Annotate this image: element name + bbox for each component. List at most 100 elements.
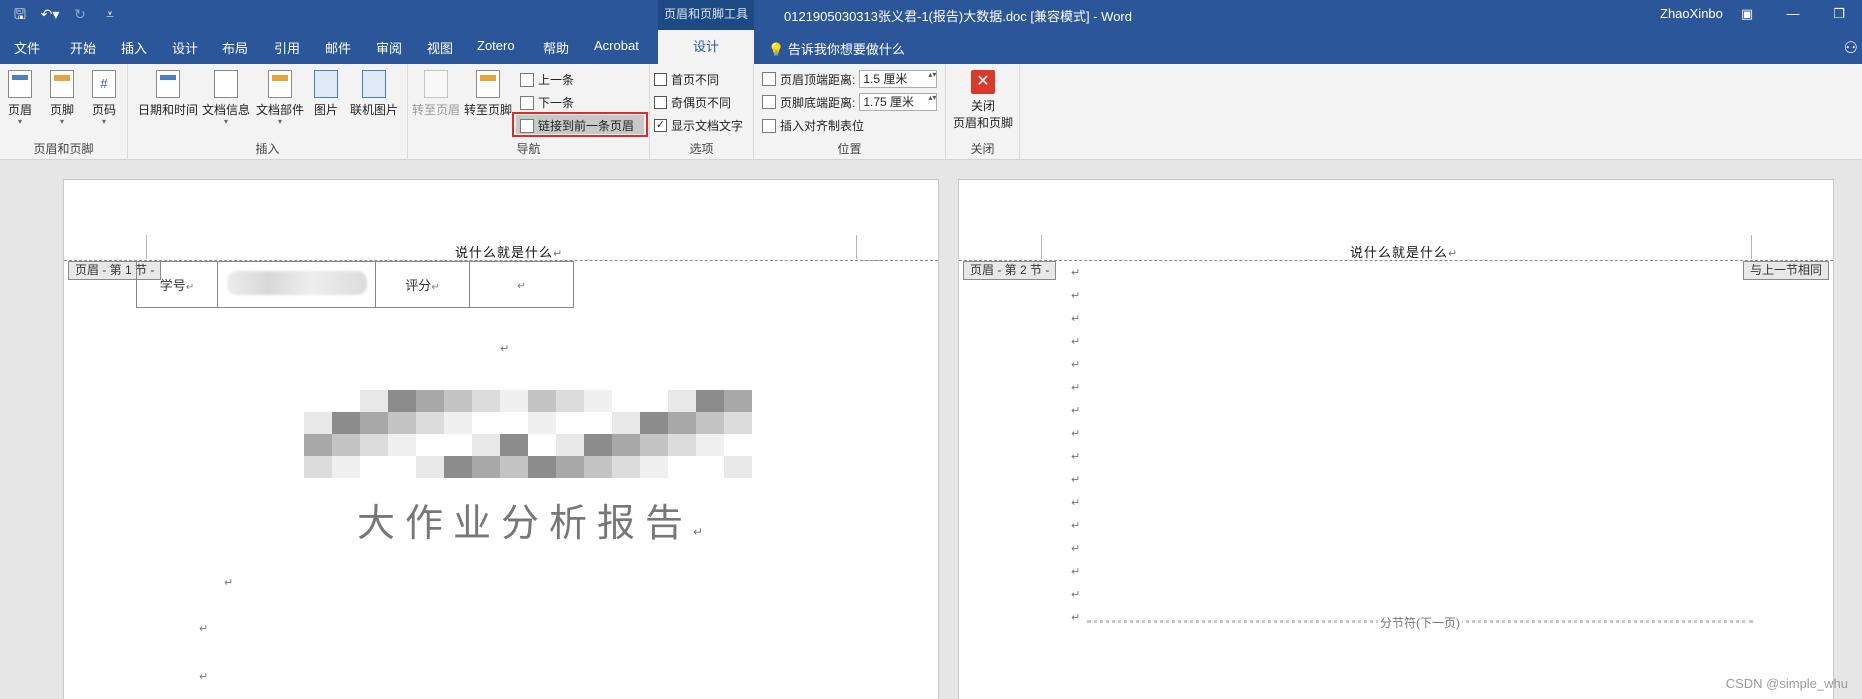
page-2[interactable]: 说什么就是什么↵ 页眉 - 第 2 节 - 与上一节相同 ↵ ↵ ↵ ↵ ↵ ↵… (958, 179, 1834, 699)
info-table: 学号↵ 评分↵ ↵ (136, 261, 574, 308)
mosaic-cell (584, 434, 612, 456)
mosaic-cell (360, 434, 388, 456)
table-cell-student-id-label[interactable]: 学号↵ (136, 261, 218, 308)
report-title[interactable]: 大作业分析报告↵ (357, 492, 703, 547)
group-label-navigation: 导航 (516, 142, 541, 156)
tab-mailings[interactable]: 邮件 (325, 38, 351, 57)
table-row: 学号↵ 评分↵ ↵ (136, 261, 574, 308)
tab-references[interactable]: 引用 (274, 38, 300, 57)
tab-acrobat[interactable]: Acrobat (594, 38, 639, 53)
header-top-input[interactable]: 1.5 厘米 (859, 70, 938, 88)
previous-button[interactable]: 上一条 (520, 71, 574, 88)
blurred-student-id (226, 271, 367, 295)
checkbox-checked[interactable]: ✓ (654, 119, 667, 132)
quick-parts-button[interactable]: 文档部件 ▾ (256, 70, 304, 126)
footer-icon (50, 70, 74, 98)
tab-insert[interactable]: 插入 (121, 38, 147, 57)
next-icon (520, 95, 534, 110)
paragraph-mark: ↵ (1071, 313, 1081, 325)
mosaic-cell (668, 412, 696, 434)
footer-bottom-input[interactable]: 1.75 厘米 (859, 93, 938, 111)
mosaic-cell (640, 390, 668, 412)
mosaic-cell (668, 390, 696, 412)
table-cell-score-label[interactable]: 评分↵ (375, 261, 470, 308)
mosaic-cell (640, 456, 668, 478)
ribbon-tab-row: 文件 开始 插入 设计 布局 引用 邮件 审阅 视图 Zotero 帮助 Acr… (0, 30, 1862, 64)
section-tag: 页眉 - 第 2 节 - (963, 261, 1057, 280)
table-cell-student-id-value[interactable] (217, 261, 376, 308)
mosaic-cell (724, 456, 752, 478)
mosaic-cell (332, 412, 360, 434)
header-top-distance: 页眉顶端距离: 1.5 厘米 (762, 70, 938, 88)
tab-help[interactable]: 帮助 (543, 38, 569, 57)
redo-icon[interactable]: ↻ (70, 4, 90, 24)
tab-design[interactable]: 设计 (172, 38, 198, 57)
paragraph-mark: ↵ (1448, 248, 1459, 260)
page-number-button[interactable]: # 页码 ▾ (92, 70, 116, 126)
customize-qat-icon[interactable]: ⩡ (100, 4, 120, 24)
save-icon[interactable]: 🖫 (10, 4, 30, 24)
close-header-footer-button[interactable]: ✕ 关闭 页眉和页脚 (950, 70, 1016, 131)
share-person-icon[interactable]: ⚇ (1844, 38, 1858, 58)
tab-header-footer-design[interactable]: 设计 (658, 30, 754, 64)
score-label: 评分 (405, 278, 432, 293)
table-cell-score-value[interactable]: ↵ (469, 261, 574, 308)
group-label-close: 关闭 (970, 142, 995, 156)
report-title-text: 大作业分析报告 (357, 501, 694, 545)
mosaic-cell (388, 390, 416, 412)
header-button-label: 页眉 (8, 103, 33, 117)
minimize-icon[interactable]: — (1770, 0, 1816, 28)
tab-file[interactable]: 文件 (14, 38, 40, 57)
dropdown-arrow-icon: ▾ (102, 117, 107, 126)
next-button[interactable]: 下一条 (520, 94, 574, 111)
mosaic-cell (416, 390, 444, 412)
tab-view[interactable]: 视图 (427, 38, 453, 57)
paragraph-mark: ↵ (1071, 589, 1081, 601)
red-highlight-box (512, 112, 648, 137)
quick-access-toolbar: 🖫 ↶▾ ↻ ⩡ (10, 4, 120, 24)
undo-icon[interactable]: ↶▾ (40, 4, 60, 24)
footer-button[interactable]: 页脚 ▾ (50, 70, 74, 126)
student-id-label: 学号 (159, 278, 186, 293)
tab-zotero[interactable]: Zotero (477, 38, 515, 53)
group-label-insert: 插入 (255, 142, 280, 156)
tab-layout[interactable]: 布局 (222, 38, 248, 57)
mosaic-cell (668, 456, 696, 478)
header-text[interactable]: 说什么就是什么↵ (1350, 242, 1458, 261)
group-label-position: 位置 (837, 142, 862, 156)
doc-info-label: 文档信息 (202, 103, 251, 117)
document-area: 说什么就是什么↵ 页眉 - 第 1 节 - 学号↵ 评分↵ ↵ ↵ 大作业分析报… (0, 161, 1862, 699)
different-first-page-checkbox[interactable]: 首页不同 (654, 71, 719, 88)
header-icon (8, 70, 32, 98)
tab-home[interactable]: 开始 (70, 38, 96, 57)
title-bar: 🖫 ↶▾ ↻ ⩡ 页眉和页脚工具 0121905030313张义君-1(报告)大… (0, 0, 1862, 30)
mosaic-cell (724, 390, 752, 412)
doc-info-button[interactable]: 文档信息 ▾ (202, 70, 250, 126)
paragraph-mark: ↵ (1071, 359, 1081, 371)
header-text-content: 说什么就是什么 (455, 245, 554, 260)
insert-alignment-tab-button[interactable]: 插入对齐制表位 (762, 117, 864, 134)
show-document-text-checkbox[interactable]: ✓ 显示文档文字 (654, 117, 743, 134)
mosaic-cell (472, 390, 500, 412)
picture-button[interactable]: 图片 (314, 70, 338, 118)
mosaic-cell (640, 434, 668, 456)
header-text-content: 说什么就是什么 (1350, 245, 1449, 260)
ribbon-display-options-icon[interactable]: ▣ (1724, 0, 1770, 28)
checkbox-unchecked[interactable] (654, 73, 667, 86)
goto-footer-button[interactable]: 转至页脚 (464, 70, 512, 118)
footer-bottom-distance: 页脚底端距离: 1.75 厘米 (762, 93, 938, 111)
tab-review[interactable]: 审阅 (376, 38, 402, 57)
restore-icon[interactable]: ❐ (1816, 0, 1862, 28)
page-1[interactable]: 说什么就是什么↵ 页眉 - 第 1 节 - 学号↵ 评分↵ ↵ ↵ 大作业分析报… (63, 179, 939, 699)
mosaic-cell (332, 434, 360, 456)
checkbox-unchecked[interactable] (654, 96, 667, 109)
tell-me-search[interactable]: 💡 告诉我你想要做什么 (768, 39, 905, 58)
ribbon: 页眉 ▾ 页脚 ▾ # 页码 ▾ 页眉和页脚 日期和时间 文档信息 ▾ 文档部件… (0, 64, 1862, 160)
header-button[interactable]: 页眉 ▾ (8, 70, 32, 126)
header-text[interactable]: 说什么就是什么↵ (455, 242, 563, 261)
user-name[interactable]: ZhaoXinbo (1660, 6, 1723, 21)
goto-header-button[interactable]: 转至页眉 (412, 70, 460, 118)
date-time-button[interactable]: 日期和时间 (138, 70, 198, 118)
online-picture-button[interactable]: 联机图片 (350, 70, 398, 118)
different-odd-even-checkbox[interactable]: 奇偶页不同 (654, 94, 731, 111)
